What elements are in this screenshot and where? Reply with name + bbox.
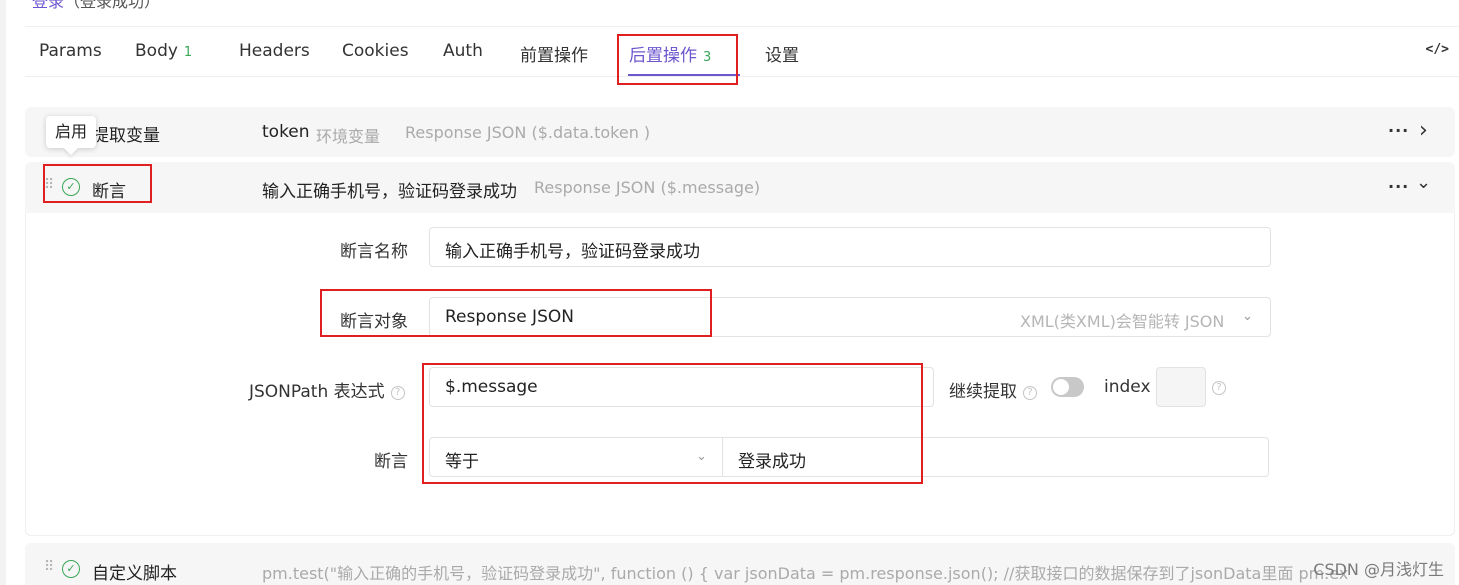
tab-cookies[interactable]: Cookies: [342, 41, 409, 61]
row-title: 断言: [92, 182, 126, 202]
variable-source: Response JSON ($.data.token ): [405, 123, 651, 142]
drag-handle-icon[interactable]: ⠿: [44, 177, 54, 193]
tab-label: Body: [135, 41, 178, 61]
operator-select[interactable]: 等于 ⌄: [429, 437, 723, 477]
expected-value: 登录成功: [738, 452, 806, 472]
tab-label: 前置操作: [520, 46, 588, 66]
chevron-down-icon: ⌄: [1242, 309, 1253, 324]
drag-handle-icon[interactable]: ⠿: [44, 559, 54, 575]
index-label: index: [1104, 377, 1151, 397]
script-preview: pm.test("输入正确的手机号，验证码登录成功", function () …: [262, 564, 1349, 583]
tab-count: 3: [703, 50, 712, 65]
variable-scope: 环境变量: [316, 127, 381, 146]
jsonpath-label: JSONPath 表达式?: [249, 377, 405, 402]
chevron-right-icon[interactable]: ›: [1419, 118, 1428, 143]
continue-extract-toggle[interactable]: [1051, 377, 1084, 397]
tab-pre-operations[interactable]: 前置操作: [520, 41, 588, 66]
breadcrumb-link[interactable]: 登录: [32, 0, 64, 11]
tab-bar: Params Body 1 Headers Cookies Auth 前置操作 后…: [25, 27, 1459, 77]
assertion-name-value: 输入正确手机号，验证码登录成功: [445, 242, 700, 262]
row-title: 提取变量: [92, 126, 160, 146]
help-icon: ?: [390, 386, 405, 400]
tab-settings[interactable]: 设置: [765, 41, 799, 66]
tab-headers[interactable]: Headers: [239, 41, 310, 61]
assertion-source: Response JSON ($.message): [534, 178, 761, 197]
assertion-target-hint: XML(类XML)会智能转 JSON: [1020, 312, 1225, 331]
continue-extract-text: 继续提取: [949, 382, 1017, 402]
tab-label: Auth: [443, 41, 483, 61]
help-icon: ?: [1212, 381, 1226, 395]
tab-auth[interactable]: Auth: [443, 41, 483, 61]
tab-label: Cookies: [342, 41, 409, 61]
active-tab-indicator: [628, 74, 740, 76]
extract-variable-row[interactable]: [25, 107, 1455, 157]
tab-count: 1: [183, 45, 193, 60]
variable-name: token: [262, 122, 310, 142]
watermark: CSDN @月浅灯生: [1313, 560, 1444, 579]
tab-body[interactable]: Body 1: [135, 41, 192, 61]
code-icon[interactable]: </>: [1426, 42, 1449, 57]
help-icon: ?: [1023, 386, 1037, 400]
chevron-down-icon: ⌄: [696, 449, 707, 464]
tab-label: Params: [39, 41, 102, 61]
assertion-target-value: Response JSON: [445, 307, 574, 327]
tab-params[interactable]: Params: [39, 41, 102, 61]
assertion-name: 输入正确手机号，验证码登录成功: [262, 182, 517, 202]
row-title: 自定义脚本: [92, 564, 177, 584]
index-help: ?: [1206, 377, 1226, 397]
assertion-target-select[interactable]: Response JSON XML(类XML)会智能转 JSON ⌄: [429, 297, 1271, 337]
jsonpath-value: $.message: [445, 377, 538, 397]
toggle-knob: [1053, 379, 1069, 395]
operator-value: 等于: [445, 452, 479, 472]
jsonpath-input[interactable]: $.message: [429, 367, 934, 407]
chevron-down-icon[interactable]: ⌄: [1416, 172, 1431, 193]
check-circle-icon[interactable]: ✓: [62, 178, 80, 196]
expected-value-input[interactable]: 登录成功: [722, 437, 1269, 477]
assertion-label: 断言: [374, 452, 408, 472]
tab-label: 后置操作: [629, 46, 697, 66]
breadcrumb: 登录（登录成功）: [32, 0, 160, 12]
tab-post-operations[interactable]: 后置操作 3: [629, 41, 711, 66]
jsonpath-label-text: JSONPath 表达式: [249, 382, 385, 402]
tab-label: Headers: [239, 41, 310, 61]
continue-extract-label: 继续提取?: [949, 377, 1037, 402]
more-icon[interactable]: ···: [1388, 121, 1409, 140]
more-icon[interactable]: ···: [1388, 177, 1409, 196]
index-input[interactable]: [1156, 367, 1206, 407]
tab-label: 设置: [765, 46, 799, 66]
check-circle-icon[interactable]: ✓: [62, 560, 80, 578]
tooltip-enable: 启用: [46, 116, 96, 148]
assertion-name-input[interactable]: 输入正确手机号，验证码登录成功: [429, 227, 1271, 267]
assertion-name-label: 断言名称: [340, 242, 408, 262]
assertion-target-label: 断言对象: [340, 312, 408, 332]
left-edge: [0, 0, 6, 585]
breadcrumb-suffix: （登录成功）: [64, 0, 161, 11]
